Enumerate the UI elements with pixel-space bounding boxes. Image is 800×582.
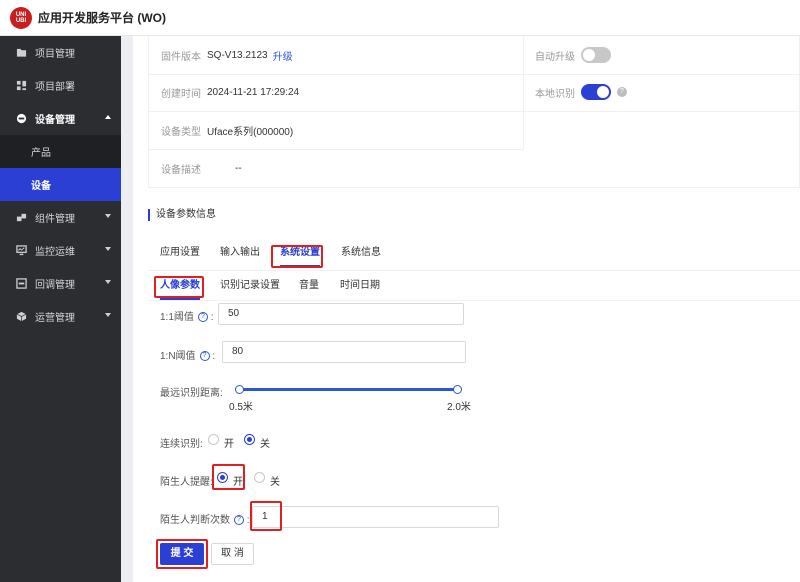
top-bar: UNI UBI 应用开发服务平台 (WO) bbox=[0, 0, 800, 36]
sidebar-subitem-product[interactable]: 产品 bbox=[0, 135, 121, 168]
component-icon bbox=[16, 213, 27, 222]
threshold-1-n-label: 1:N阈值? : bbox=[160, 351, 216, 362]
sidebar-subitem-label: 设备 bbox=[31, 181, 51, 192]
grid-icon bbox=[16, 80, 27, 91]
auto-upgrade-label: 自动升级 bbox=[535, 51, 575, 63]
subtab-volume[interactable]: 音量 bbox=[299, 276, 319, 300]
sidebar-item-callback-management[interactable]: 回调管理 bbox=[0, 267, 121, 300]
local-recog-row: 本地识别 ? bbox=[523, 73, 627, 111]
chevron-up-icon bbox=[105, 115, 111, 119]
desc-value: -- bbox=[235, 162, 242, 174]
auto-upgrade-toggle[interactable] bbox=[581, 47, 611, 63]
threshold-1-n-input[interactable]: 80 bbox=[222, 341, 466, 363]
local-recog-toggle[interactable] bbox=[581, 84, 611, 100]
stranger-count-label: 陌生人判断次数? : bbox=[160, 515, 250, 526]
subtab-record-settings[interactable]: 识别记录设置 bbox=[220, 276, 280, 300]
app-title: 应用开发服务平台 (WO) bbox=[38, 11, 166, 25]
continuous-on-label: 开 bbox=[224, 439, 234, 450]
continuous-off-label: 关 bbox=[260, 439, 270, 450]
type-row: 设备类型 Uface系列(000000) bbox=[149, 111, 293, 149]
stranger-alert-off-radio[interactable] bbox=[254, 472, 265, 483]
layout-gutter bbox=[121, 36, 133, 582]
folder-icon bbox=[16, 48, 27, 57]
sidebar: 项目管理 项目部署 设备管理 产品 设备 组件管理 监控运维 回调管理 运营管理 bbox=[0, 36, 121, 582]
distance-max-label: 2.0米 bbox=[447, 402, 471, 413]
sidebar-item-label: 运营管理 bbox=[35, 313, 75, 324]
continuous-label: 连续识别: bbox=[160, 439, 203, 450]
firmware-row: 固件版本 SQ-V13.2123 升级 bbox=[149, 36, 293, 74]
highlight-box bbox=[156, 539, 208, 569]
upgrade-link[interactable]: 升级 bbox=[273, 48, 293, 63]
firmware-label: 固件版本 bbox=[161, 51, 201, 63]
threshold-1-1-input[interactable]: 50 bbox=[218, 303, 464, 325]
subtab-datetime[interactable]: 时间日期 bbox=[340, 276, 380, 300]
type-value: Uface系列(000000) bbox=[207, 126, 294, 138]
sidebar-item-device-management[interactable]: 设备管理 bbox=[0, 102, 121, 135]
sidebar-item-label: 组件管理 bbox=[35, 214, 75, 225]
sidebar-item-label: 项目部署 bbox=[35, 82, 75, 93]
tab-system-info[interactable]: 系统信息 bbox=[341, 243, 381, 267]
sidebar-subitem-label: 产品 bbox=[31, 148, 51, 159]
local-recog-label: 本地识别 bbox=[535, 88, 575, 100]
callback-icon bbox=[16, 278, 27, 289]
main-content: 固件版本 SQ-V13.2123 升级 自动升级 创建时间 2024-11-21… bbox=[133, 36, 800, 582]
tab-io[interactable]: 输入输出 bbox=[220, 243, 260, 267]
sidebar-item-label: 监控运维 bbox=[35, 247, 75, 258]
cube-icon bbox=[16, 311, 27, 322]
chevron-down-icon bbox=[105, 214, 111, 218]
brand-logo: UNI UBI bbox=[10, 6, 32, 29]
sub-tabs: 人像参数 识别记录设置 音量 时间日期 bbox=[148, 276, 800, 300]
desc-label: 设备描述 bbox=[161, 164, 201, 176]
param-tabs: 应用设置 输入输出 系统设置 系统信息 bbox=[148, 243, 800, 270]
highlight-box bbox=[250, 501, 282, 531]
stranger-alert-label: 陌生人提醒: bbox=[160, 477, 213, 488]
chevron-down-icon bbox=[105, 280, 111, 284]
continuous-on-radio[interactable] bbox=[208, 434, 219, 445]
sidebar-item-label: 设备管理 bbox=[35, 115, 75, 126]
stranger-count-input[interactable]: 1 bbox=[252, 506, 499, 528]
created-label: 创建时间 bbox=[161, 88, 201, 100]
created-value: 2024-11-21 17:29:24 bbox=[207, 86, 300, 98]
highlight-box bbox=[154, 276, 204, 298]
device-info-card: 固件版本 SQ-V13.2123 升级 自动升级 创建时间 2024-11-21… bbox=[148, 36, 800, 188]
help-icon[interactable]: ? bbox=[199, 351, 210, 362]
sidebar-item-component-management[interactable]: 组件管理 bbox=[0, 201, 121, 234]
desc-row: 设备描述 -- bbox=[149, 149, 242, 187]
sidebar-item-project-management[interactable]: 项目管理 bbox=[0, 36, 121, 69]
auto-upgrade-row: 自动升级 bbox=[523, 36, 611, 74]
tab-app-settings[interactable]: 应用设置 bbox=[160, 243, 200, 267]
continuous-off-radio[interactable] bbox=[244, 434, 255, 445]
threshold-1-1-label: 1:1阈值? : bbox=[160, 312, 214, 323]
distance-slider-min-handle[interactable] bbox=[235, 385, 244, 394]
distance-slider-track[interactable] bbox=[239, 388, 459, 391]
sidebar-item-label: 回调管理 bbox=[35, 280, 75, 291]
sidebar-item-label: 项目管理 bbox=[35, 49, 75, 60]
distance-slider-max-handle[interactable] bbox=[453, 385, 462, 394]
created-row: 创建时间 2024-11-21 17:29:24 bbox=[149, 73, 299, 111]
distance-label: 最远识别距离: bbox=[160, 388, 223, 399]
section-title: 设备参数信息 bbox=[148, 209, 216, 221]
help-icon[interactable]: ? bbox=[617, 87, 627, 97]
help-icon[interactable]: ? bbox=[197, 312, 208, 323]
highlight-box bbox=[212, 464, 245, 490]
sidebar-item-monitoring[interactable]: 监控运维 bbox=[0, 234, 121, 267]
chevron-down-icon bbox=[105, 313, 111, 317]
help-icon[interactable]: ? bbox=[234, 515, 244, 526]
firmware-value: SQ-V13.2123 bbox=[207, 49, 268, 61]
distance-min-label: 0.5米 bbox=[229, 402, 253, 413]
chevron-down-icon bbox=[105, 247, 111, 251]
sidebar-subitem-device[interactable]: 设备 bbox=[0, 168, 121, 201]
stranger-alert-off-label: 关 bbox=[270, 477, 280, 488]
monitor-icon bbox=[16, 245, 27, 256]
highlight-box bbox=[271, 245, 323, 268]
type-label: 设备类型 bbox=[161, 126, 201, 138]
sidebar-item-project-deploy[interactable]: 项目部署 bbox=[0, 69, 121, 102]
sidebar-item-operations[interactable]: 运营管理 bbox=[0, 300, 121, 333]
device-icon bbox=[16, 113, 27, 124]
cancel-button[interactable]: 取 消 bbox=[211, 543, 254, 565]
